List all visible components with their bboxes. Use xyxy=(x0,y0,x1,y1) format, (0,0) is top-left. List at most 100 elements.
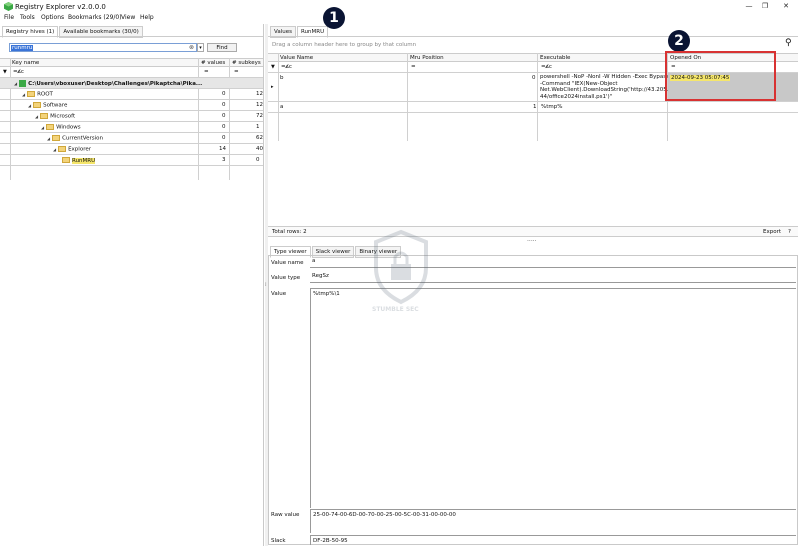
key-name: Windows xyxy=(56,124,81,131)
mru-position-cell: 1 xyxy=(533,104,537,110)
total-rows: Total rows: 2 xyxy=(272,229,307,235)
folder-icon xyxy=(52,135,61,141)
key-name: Microsoft xyxy=(50,113,76,120)
key-name: RunMRU xyxy=(72,157,96,164)
value-text: %tmp%\1 xyxy=(313,291,340,297)
value-name-cell: a xyxy=(280,104,284,110)
key-subkeys-count: 62 xyxy=(256,135,263,141)
annotation-badge-1: 1 xyxy=(323,7,345,29)
filter-mru-position[interactable]: = xyxy=(411,64,416,70)
value-label: Value xyxy=(271,291,287,297)
column-subkeys[interactable]: # subkeys xyxy=(232,60,261,66)
key-subkeys-count: 72 xyxy=(256,113,263,119)
key-subkeys-count: 12 xyxy=(256,102,263,108)
column-executable[interactable]: Executable xyxy=(540,55,570,61)
help-button[interactable]: ? xyxy=(788,229,791,235)
menu-options[interactable]: Options xyxy=(41,14,64,21)
watermark-logo: STUMBLE SEC xyxy=(366,228,436,318)
filter-values[interactable]: = xyxy=(204,69,209,75)
executable-cell: powershell -NoP -NonI -W Hidden -Exec By… xyxy=(540,74,681,100)
key-subkeys-count: 0 xyxy=(256,157,260,163)
menu-help[interactable]: Help xyxy=(140,14,154,21)
search-input-value: runmru xyxy=(11,45,34,51)
tree-row-selected[interactable]: RunMRU 3 0 xyxy=(0,155,263,165)
watermark-text: STUMBLE SEC xyxy=(372,306,419,313)
slack-label: Slack xyxy=(271,538,286,544)
group-by-hint[interactable]: Drag a column header here to group by th… xyxy=(272,42,416,48)
key-values-count: 0 xyxy=(222,91,226,97)
key-name: CurrentVersion xyxy=(62,135,103,142)
collapse-arrow-icon[interactable]: ◢ xyxy=(28,103,31,108)
shield-lock-icon xyxy=(374,229,428,305)
menu-bar: File Tools Options Bookmarks (29/0) View… xyxy=(0,13,800,23)
column-mru-position[interactable]: Mru Position xyxy=(410,55,444,61)
tree-row-hive[interactable]: ◢ C:\Users\vboxuser\Desktop\Challenges\Pi… xyxy=(0,78,263,88)
tree-row[interactable]: ◢ Explorer 14 40 xyxy=(0,144,263,154)
column-value-name[interactable]: Value Name xyxy=(280,55,313,61)
key-name: Explorer xyxy=(68,146,91,153)
menu-bookmarks[interactable]: Bookmarks (29/0) xyxy=(68,14,122,21)
value-type-label: Value type xyxy=(271,275,301,281)
search-magnifier-icon[interactable]: ⚲ xyxy=(785,38,792,48)
maximize-button[interactable]: ❐ xyxy=(758,1,772,11)
key-values-count: 0 xyxy=(222,124,226,130)
minimize-button[interactable]: — xyxy=(742,1,756,11)
filter-value-name[interactable]: =ᴀ̸ᴄ xyxy=(281,64,292,70)
folder-icon xyxy=(40,113,49,119)
collapse-arrow-icon[interactable]: ◢ xyxy=(47,136,50,141)
menu-tools[interactable]: Tools xyxy=(20,14,35,21)
key-values-count: 0 xyxy=(222,102,226,108)
title-bar: Registry Explorer v2.0.0.0 — ❐ ✕ xyxy=(0,0,800,13)
close-button[interactable]: ✕ xyxy=(779,1,793,11)
collapse-arrow-icon[interactable]: ◢ xyxy=(35,114,38,119)
slack-field[interactable]: DF-2B-50-95 xyxy=(310,535,796,545)
collapse-arrow-icon[interactable]: ◢ xyxy=(53,147,56,152)
folder-icon xyxy=(27,91,36,97)
collapse-arrow-icon[interactable]: ◢ xyxy=(14,81,17,86)
raw-value-label: Raw value xyxy=(271,512,300,518)
slack-text: DF-2B-50-95 xyxy=(313,538,348,544)
search-dropdown-chevron-icon[interactable]: ▾ xyxy=(197,43,204,52)
tree-row[interactable]: ◢ Windows 0 1 xyxy=(0,122,263,132)
annotation-badge-2: 2 xyxy=(668,30,690,52)
mru-position-cell: 0 xyxy=(532,75,536,81)
window-title: Registry Explorer v2.0.0.0 xyxy=(15,3,106,11)
export-button[interactable]: Export xyxy=(763,229,781,235)
key-values-count: 3 xyxy=(222,157,226,163)
executable-cell: %tmp% xyxy=(541,104,563,110)
column-key-name[interactable]: Key name xyxy=(12,60,39,66)
filter-key-name[interactable]: =ᴀ̸ᴄ xyxy=(13,69,24,75)
raw-value-text: 25-00-74-00-6D-00-70-00-25-00-5C-00-31-0… xyxy=(313,512,456,518)
table-row[interactable]: a 1 %tmp% xyxy=(268,102,798,112)
value-textbox[interactable]: %tmp%\1 xyxy=(310,288,796,508)
collapse-arrow-icon[interactable]: ◢ xyxy=(22,92,25,97)
menu-view[interactable]: View xyxy=(121,14,135,21)
column-values[interactable]: # values xyxy=(201,60,225,66)
key-subkeys-count: 40 xyxy=(256,146,263,152)
left-pane: Registry hives (1) Available bookmarks (… xyxy=(0,24,264,546)
horizontal-splitter[interactable]: ..... xyxy=(527,236,537,243)
tree-row[interactable]: ◢ Software 0 12 xyxy=(0,100,263,110)
menu-file[interactable]: File xyxy=(4,14,14,21)
filter-funnel-icon[interactable]: ▼ xyxy=(3,69,7,75)
tree-row[interactable]: ◢ ROOT 0 12 xyxy=(0,89,263,99)
raw-value-field[interactable]: 25-00-74-00-6D-00-70-00-25-00-5C-00-31-0… xyxy=(310,509,796,533)
key-values-count: 14 xyxy=(219,146,226,152)
clear-search-icon[interactable]: ⊗ xyxy=(189,44,194,51)
hive-path: C:\Users\vboxuser\Desktop\Challenges\Pik… xyxy=(28,81,203,87)
filter-funnel-icon[interactable]: ▼ xyxy=(271,64,275,70)
search-input[interactable]: runmru ⊗ xyxy=(9,43,197,52)
find-button[interactable]: Find xyxy=(207,43,237,52)
key-subkeys-count: 1 xyxy=(256,124,260,130)
folder-icon xyxy=(33,102,42,108)
filter-subkeys[interactable]: = xyxy=(234,69,239,75)
tree-row[interactable]: ◢ Microsoft 0 72 xyxy=(0,111,263,121)
annotation-highlight-box xyxy=(665,51,776,101)
collapse-arrow-icon[interactable]: ◢ xyxy=(41,125,44,130)
right-pane: Values RunMRU Drag a column header here … xyxy=(268,24,800,546)
key-subkeys-count: 12 xyxy=(256,91,263,97)
tree-row[interactable]: ◢ CurrentVersion 0 62 xyxy=(0,133,263,143)
filter-executable[interactable]: =ᴀ̸ᴄ xyxy=(541,64,552,70)
folder-icon xyxy=(62,157,70,163)
folder-icon xyxy=(46,124,55,130)
